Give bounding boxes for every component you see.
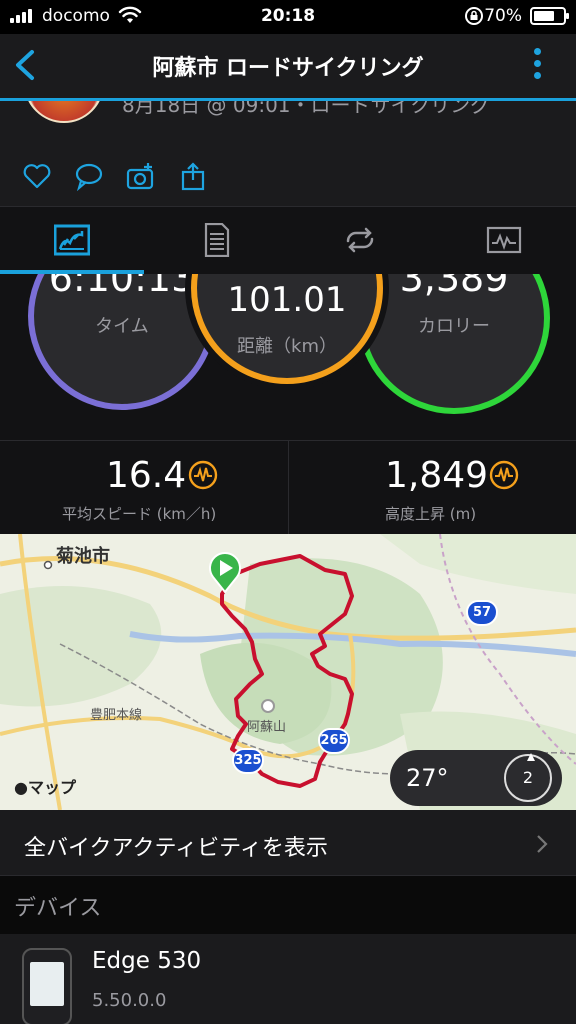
- map-mountain-label: 阿蘇山: [247, 720, 287, 735]
- tab-graphs[interactable]: [432, 207, 576, 275]
- calories-value: 3,389: [399, 274, 509, 300]
- activity-meta: 8月18日 @ 09:01・ロードサイクリング: [122, 101, 491, 117]
- status-bar: docomo 20:18 70%: [0, 0, 576, 34]
- battery-percent: 70%: [484, 6, 522, 26]
- graph-icon: [486, 226, 522, 254]
- comment-icon[interactable]: [74, 161, 104, 191]
- route-shield-325: 325: [232, 748, 264, 774]
- tab-laps[interactable]: [288, 207, 432, 275]
- time-value: 6:10:13: [48, 274, 196, 300]
- device-version: 5.50.0.0: [92, 990, 167, 1011]
- maps-attribution: ●マップ: [14, 774, 76, 798]
- device-name: Edge 530: [92, 948, 202, 974]
- laps-icon: [346, 227, 374, 253]
- weather-badge: 27° 2: [390, 750, 562, 806]
- rotation-lock-icon: [465, 7, 483, 25]
- tab-bar: [0, 206, 576, 274]
- wind-icon: 2: [504, 753, 552, 802]
- elevation-label: 高度上昇 (m): [385, 505, 477, 523]
- devices-section-title: デバイス: [14, 896, 102, 921]
- device-image: [22, 948, 72, 1024]
- route-shield-265: 265: [318, 728, 350, 754]
- activity-header: 8月18日 @ 09:01・ロードサイクリング: [0, 101, 576, 147]
- route-shield-57: 57: [466, 600, 498, 626]
- summary-stats: 6:10:13 タイム 3,389 カロリー 101.01 距離（km）: [0, 274, 576, 440]
- tab-summary[interactable]: [0, 207, 144, 275]
- map-railway-label: 豊肥本線: [90, 708, 143, 723]
- temperature: 27°: [406, 764, 449, 792]
- page-title: 阿蘇市 ロードサイクリング: [152, 56, 424, 81]
- time-label: タイム: [95, 316, 149, 337]
- add-photo-icon[interactable]: [126, 161, 156, 191]
- all-bike-activities-row[interactable]: 全バイクアクティビティを表示: [0, 810, 576, 876]
- pulse-icon[interactable]: [489, 460, 519, 490]
- nav-bar: 阿蘇市 ロードサイクリング: [0, 34, 576, 98]
- heart-icon[interactable]: [22, 161, 52, 191]
- avg-speed-label: 平均スピード (km／h): [62, 505, 217, 523]
- devices-section-header: デバイス: [0, 876, 576, 934]
- calories-label: カロリー: [418, 316, 490, 337]
- apple-logo-icon: ●: [14, 778, 28, 797]
- document-icon: [204, 223, 230, 257]
- social-actions: [0, 147, 576, 206]
- avatar[interactable]: [24, 101, 104, 123]
- pulse-icon[interactable]: [188, 460, 218, 490]
- route-map[interactable]: 菊池市 豊肥本線 阿蘇山 57 265 325 ●マップ 27° 2: [0, 534, 576, 810]
- time-ring: 6:10:13 タイム: [28, 274, 216, 410]
- calories-ring: 3,389 カロリー: [358, 274, 550, 414]
- chart-flag-icon: [54, 224, 90, 256]
- distance-label: 距離（km）: [237, 336, 337, 357]
- metrics-row: 16.4 平均スピード (km／h) 1,849 高度上昇 (m): [0, 440, 576, 535]
- device-row[interactable]: Edge 530 5.50.0.0: [0, 934, 576, 1024]
- share-icon[interactable]: [178, 161, 208, 191]
- distance-value: 101.01: [227, 280, 347, 320]
- more-options-icon[interactable]: [534, 48, 542, 84]
- distance-ring: 101.01 距離（km）: [191, 274, 383, 384]
- avg-speed-value: 16.4: [106, 455, 187, 496]
- battery-icon: [530, 7, 569, 25]
- tab-details[interactable]: [144, 207, 288, 275]
- maps-attribution-text: マップ: [27, 778, 76, 797]
- elevation-value: 1,849: [385, 455, 489, 496]
- wind-speed: 2: [522, 768, 534, 787]
- map-city-label: 菊池市: [56, 546, 110, 567]
- all-bike-activities-label: 全バイクアクティビティを表示: [24, 836, 328, 861]
- elevation-metric: 1,849 高度上昇 (m): [288, 441, 575, 535]
- chevron-right-icon: [537, 835, 548, 853]
- avg-speed-metric: 16.4 平均スピード (km／h): [0, 441, 287, 535]
- start-pin-icon: [209, 552, 241, 593]
